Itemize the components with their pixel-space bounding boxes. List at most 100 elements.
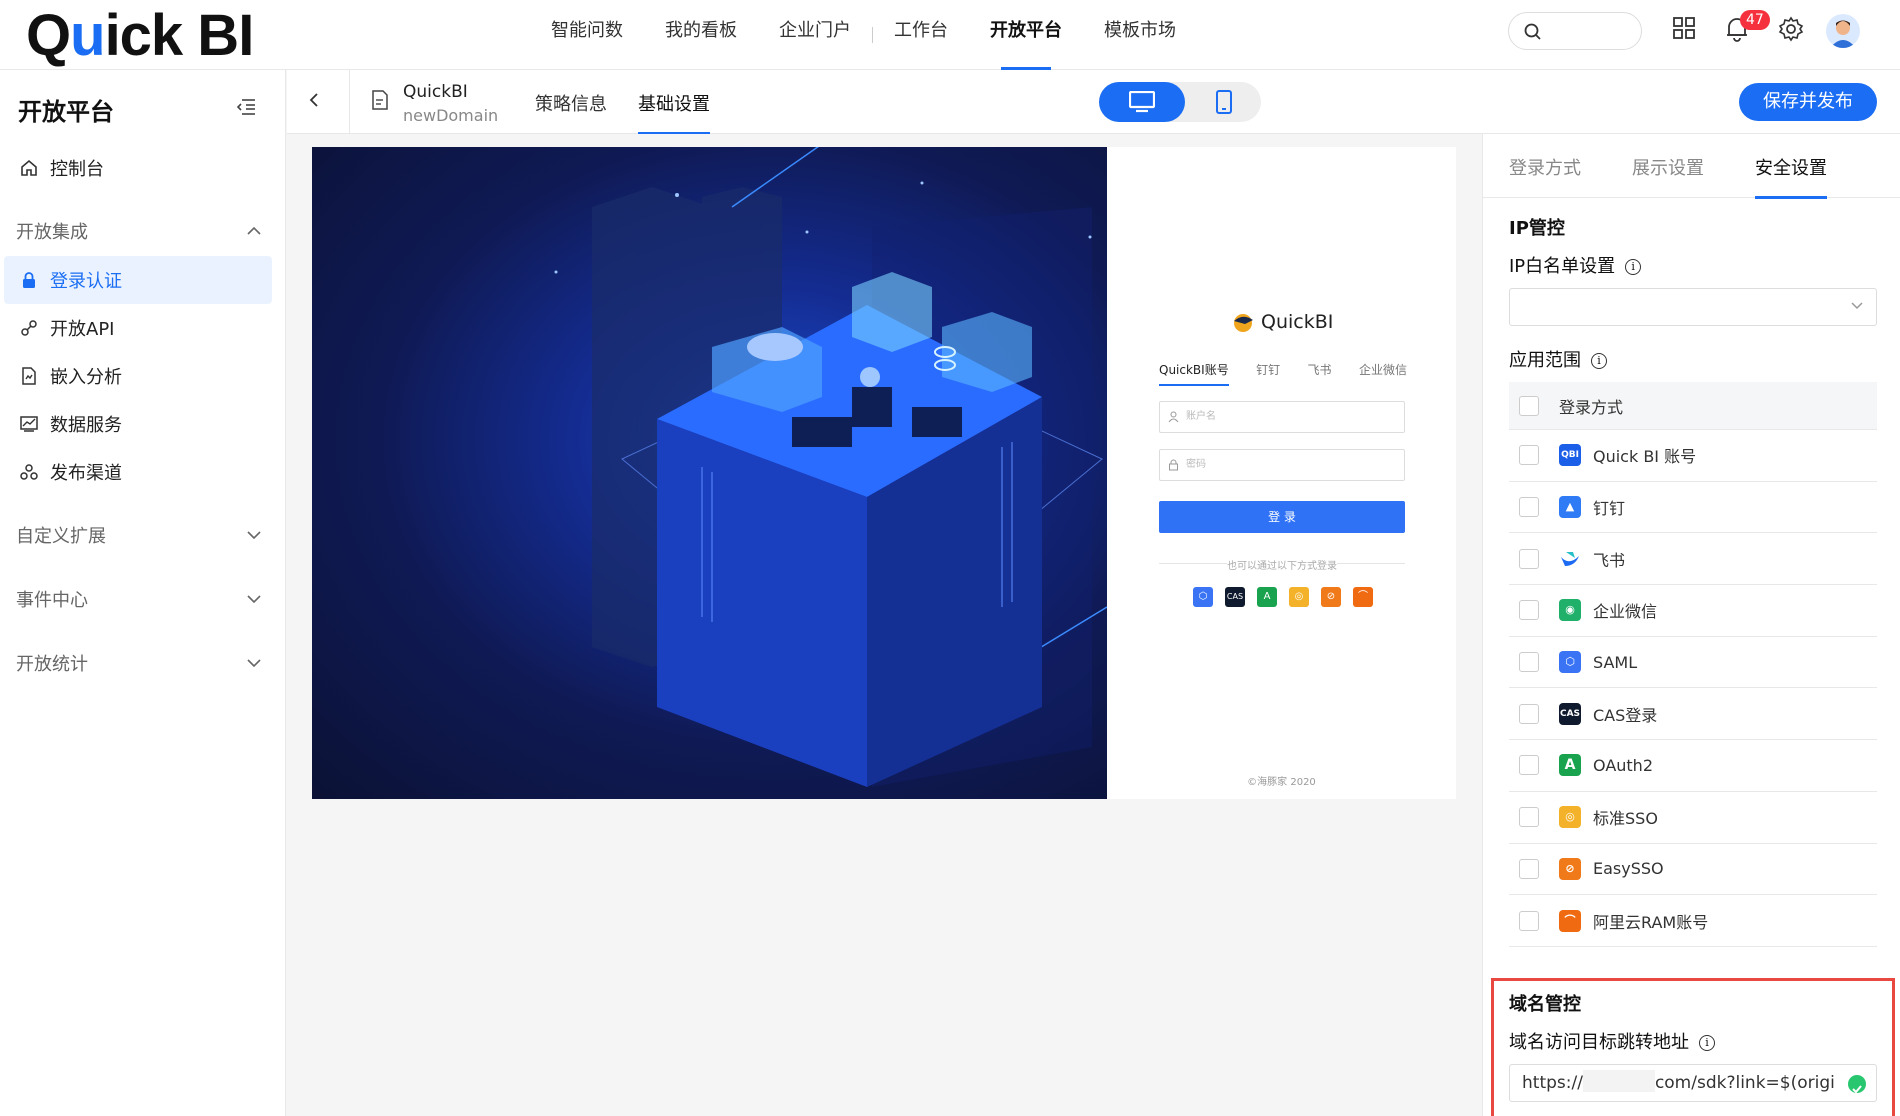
lock-icon — [23, 272, 35, 288]
wecom-icon: ◉ — [1559, 599, 1581, 622]
hero-illustration — [312, 147, 1107, 799]
login-tab-dingtalk[interactable]: 钉钉 — [1256, 361, 1280, 386]
sidebar-group-event-center[interactable]: 事件中心 — [16, 586, 262, 612]
chart-icon — [20, 416, 38, 432]
quickbi-logo[interactable]: Quick BI — [26, 4, 254, 68]
info-icon[interactable]: i — [1591, 353, 1607, 369]
row-checkbox[interactable] — [1519, 755, 1539, 776]
search-input[interactable] — [1508, 12, 1642, 50]
search-icon — [1524, 23, 1541, 40]
info-icon[interactable]: i — [1625, 259, 1642, 275]
tab-security-settings[interactable]: 安全设置 — [1755, 154, 1827, 199]
table-row: ◉ 企业微信 — [1509, 585, 1877, 637]
row-checkbox[interactable] — [1519, 445, 1539, 466]
login-brand: QuickBI — [1231, 311, 1333, 333]
back-arrow-icon[interactable] — [307, 90, 321, 110]
nav-template-market[interactable]: 模板市场 — [1083, 0, 1197, 70]
select-all-checkbox[interactable] — [1519, 395, 1539, 416]
login-tab-quickbi[interactable]: QuickBI账号 — [1159, 361, 1229, 386]
save-publish-button[interactable]: 保存并发布 — [1739, 83, 1877, 121]
apps-grid-icon[interactable] — [1672, 16, 1696, 40]
group-label: 事件中心 — [16, 590, 88, 611]
sidebar: 开放平台 控制台 开放集成 登录认证 开放API 嵌入分析 数据服务 发布渠道 … — [0, 70, 286, 1116]
sidebar-item-channel[interactable]: 发布渠道 — [4, 448, 272, 496]
nav-portal[interactable]: 企业门户 — [758, 0, 872, 70]
sidebar-group-open-integration[interactable]: 开放集成 — [16, 218, 262, 244]
dingtalk-icon: ▲ — [1559, 496, 1581, 519]
ip-whitelist-text: IP白名单设置 — [1509, 256, 1616, 277]
sidebar-item-data-service[interactable]: 数据服务 — [4, 400, 272, 448]
sidebar-item-login-auth[interactable]: 登录认证 — [4, 256, 272, 304]
user-avatar[interactable] — [1826, 14, 1860, 48]
scope-text: 应用范围 — [1509, 350, 1581, 371]
nav-my-dashboard[interactable]: 我的看板 — [644, 0, 758, 70]
collapse-menu-icon[interactable] — [236, 98, 256, 116]
row-checkbox[interactable] — [1519, 497, 1539, 518]
nav-smart-qa[interactable]: 智能问数 — [530, 0, 644, 70]
table-row: 飞书 — [1509, 533, 1877, 586]
table-row: CAS CAS登录 — [1509, 688, 1877, 741]
sidebar-item-label: 登录认证 — [50, 271, 122, 292]
aliyun-ram-icon[interactable]: ⌒ — [1353, 587, 1373, 607]
domain-redirect-input[interactable]: https:// com/sdk?link=$(origi — [1509, 1064, 1877, 1102]
alt-login-icons: ⬡ CAS A ◎ ⊘ ⌒ — [1193, 587, 1373, 607]
nav-open-platform[interactable]: 开放平台 — [969, 0, 1083, 70]
info-icon[interactable]: i — [1699, 1035, 1715, 1051]
app-name: QuickBI — [403, 82, 468, 102]
lock-icon — [1169, 459, 1178, 471]
sidebar-group-custom-extension[interactable]: 自定义扩展 — [16, 522, 262, 548]
scope-label: 应用范围 i — [1509, 346, 1607, 372]
top-bar: Quick BI 智能问数 我的看板 企业门户 工作台 开放平台 模板市场 47 — [0, 0, 1900, 70]
sidebar-title: 开放平台 — [18, 98, 114, 126]
easysso-icon[interactable]: ⊘ — [1321, 587, 1341, 607]
sidebar-item-label: 数据服务 — [50, 415, 122, 436]
ip-whitelist-select[interactable] — [1509, 288, 1877, 326]
method-label: CAS登录 — [1593, 705, 1658, 725]
username-field[interactable]: 账户名 — [1159, 401, 1405, 433]
method-label: 企业微信 — [1593, 602, 1658, 622]
aliyun-ram-icon: ⌒ — [1559, 909, 1581, 932]
tab-display-settings[interactable]: 展示设置 — [1632, 154, 1704, 180]
oauth2-icon[interactable]: A — [1257, 587, 1277, 607]
sidebar-item-embed[interactable]: 嵌入分析 — [4, 352, 272, 400]
tab-basic-settings[interactable]: 基础设置 — [638, 90, 710, 134]
method-label: 飞书 — [1593, 550, 1626, 570]
sidebar-group-open-stats[interactable]: 开放统计 — [16, 650, 262, 676]
login-tab-wecom[interactable]: 企业微信 — [1359, 361, 1407, 386]
row-checkbox[interactable] — [1519, 600, 1539, 621]
nav-workbench[interactable]: 工作台 — [873, 0, 969, 70]
login-tab-feishu[interactable]: 飞书 — [1308, 361, 1332, 386]
sidebar-item-label: 嵌入分析 — [50, 367, 122, 388]
settings-tabs: 登录方式 展示设置 安全设置 — [1483, 134, 1900, 199]
cas-icon[interactable]: CAS — [1225, 587, 1245, 607]
row-checkbox[interactable] — [1519, 910, 1539, 931]
table-row: ⬡ SAML — [1509, 637, 1877, 689]
row-checkbox[interactable] — [1519, 858, 1539, 879]
saml-icon[interactable]: ⬡ — [1193, 587, 1213, 607]
feishu-icon — [1559, 547, 1581, 570]
standard-sso-icon[interactable]: ◎ — [1289, 587, 1309, 607]
desktop-view-button[interactable] — [1099, 82, 1185, 122]
row-checkbox[interactable] — [1519, 548, 1539, 569]
table-row: QBI Quick BI 账号 — [1509, 430, 1877, 482]
row-checkbox[interactable] — [1519, 807, 1539, 828]
channel-icon — [20, 464, 38, 480]
mobile-icon[interactable] — [1215, 90, 1233, 114]
sidebar-item-open-api[interactable]: 开放API — [4, 304, 272, 352]
sidebar-item-console[interactable]: 控制台 — [4, 144, 272, 192]
tab-strategy-info[interactable]: 策略信息 — [535, 90, 607, 116]
tab-login-method[interactable]: 登录方式 — [1509, 154, 1581, 180]
row-checkbox[interactable] — [1519, 652, 1539, 673]
password-field[interactable]: 密码 — [1159, 449, 1405, 481]
embed-icon — [22, 367, 36, 385]
row-checkbox[interactable] — [1519, 703, 1539, 724]
login-button[interactable]: 登 录 — [1159, 501, 1405, 533]
standard-sso-icon: ◎ — [1559, 806, 1581, 829]
settings-panel: 登录方式 展示设置 安全设置 IP管控 IP白名单设置 i 应用范围 i 登录方式 … — [1482, 134, 1900, 1116]
chevron-down-icon — [247, 531, 261, 540]
gear-icon[interactable] — [1778, 16, 1804, 42]
redacted-domain — [1582, 1070, 1655, 1092]
table-row: ◎ 标准SSO — [1509, 792, 1877, 844]
table-row: ⌒ 阿里云RAM账号 — [1509, 895, 1877, 947]
login-form-preview: QuickBI QuickBI账号 钉钉 飞书 企业微信 账户名 密码 登 录 … — [1107, 147, 1456, 799]
